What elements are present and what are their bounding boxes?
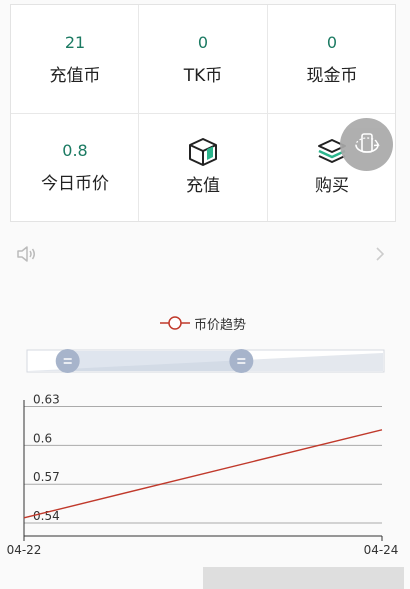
legend-label: 币价趋势 [194, 317, 247, 333]
x-axis-labels: 04-22 04-24 [7, 543, 399, 557]
zoom-window[interactable] [62, 351, 249, 371]
today-price-label: 今日币价 [41, 174, 109, 194]
recharge-coin-value: 21 [64, 33, 86, 52]
today-price-cell[interactable]: 0.8 今日币价 [11, 113, 139, 221]
recharge-label: 充值 [186, 176, 220, 196]
chart-legend[interactable]: 币价趋势 [160, 312, 246, 334]
recharge-coin-label: 充值币 [49, 66, 101, 86]
zoom-handle-left[interactable] [55, 349, 80, 373]
chevron-right-icon[interactable] [373, 246, 387, 262]
package-box-icon [189, 138, 217, 166]
legend-line-marker-icon [160, 316, 190, 330]
x-tick-label: 04-22 [7, 543, 42, 557]
stats-grid: 21 充值币 0 TK币 0 现金币 0.8 今日币价 充值 购买 [10, 4, 396, 222]
today-price-value: 0.8 [62, 141, 88, 160]
buy-label: 购买 [315, 176, 349, 196]
series-line-price-trend [23, 429, 383, 519]
tk-coin-label: TK币 [183, 66, 223, 86]
cash-coin-label: 现金币 [306, 66, 358, 86]
recharge-coin-cell[interactable]: 21 充值币 [11, 5, 139, 113]
data-zoom-slider[interactable] [26, 349, 385, 373]
x-tick-label: 04-24 [364, 543, 399, 557]
notice-bar[interactable] [0, 236, 410, 272]
tk-coin-value: 0 [197, 33, 209, 52]
cash-coin-cell[interactable]: 0 现金币 [268, 5, 396, 113]
y-tick-label: 0.63 [33, 392, 60, 406]
x-axis-ticks [23, 536, 383, 541]
y-tick-label: 0.54 [33, 509, 60, 523]
floating-rotate-button[interactable] [340, 118, 393, 171]
price-trend-chart: 0.54 0.57 0.6 0.63 04-22 04-24 [7, 349, 399, 557]
y-tick-label: 0.57 [33, 470, 60, 484]
bottom-panel [203, 567, 404, 589]
recharge-button[interactable]: 充值 [139, 113, 267, 221]
tk-coin-cell[interactable]: 0 TK币 [139, 5, 267, 113]
y-gridlines [24, 405, 382, 524]
zoom-handle-right[interactable] [229, 349, 254, 373]
y-tick-label: 0.6 [33, 431, 52, 445]
y-axis-labels: 0.54 0.57 0.6 0.63 [33, 392, 60, 523]
rotate-phone-icon [354, 132, 380, 153]
speaker-icon [17, 246, 35, 262]
cash-coin-value: 0 [326, 33, 338, 52]
